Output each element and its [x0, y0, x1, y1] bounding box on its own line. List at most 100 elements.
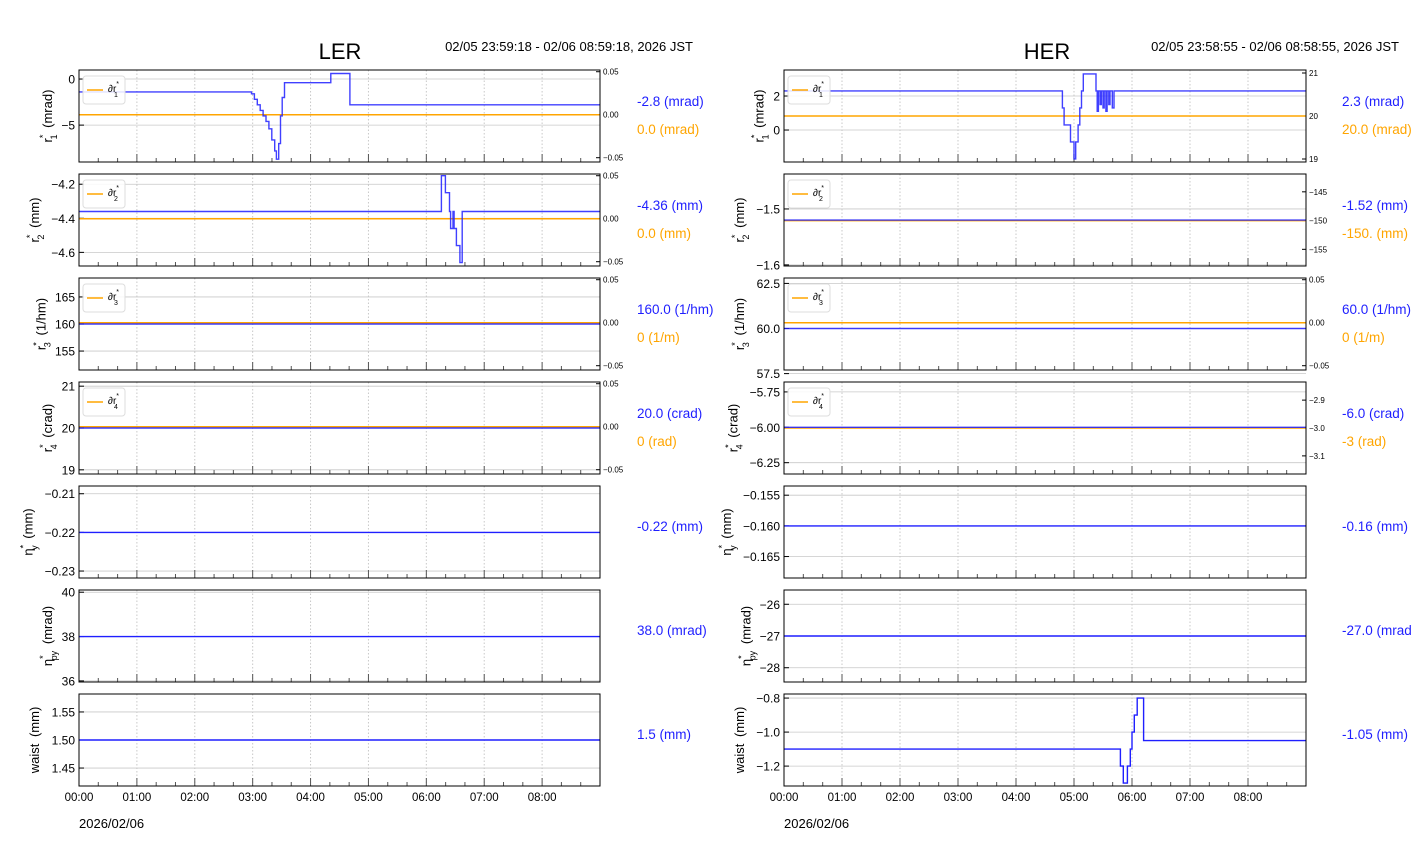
label-sub: 1: [819, 92, 823, 99]
y-tick-label: 60.0: [757, 322, 781, 336]
label-unit: (mrad): [739, 606, 754, 644]
y-tick-label: −1.2: [756, 760, 780, 774]
label-spacer: [752, 131, 767, 135]
y-tick-label: −6.25: [750, 456, 781, 470]
panel-r1: 0−50.050.00−0.05∂r* 1 r*1 (mrad) -2.8 (mra…: [38, 68, 704, 163]
y-tick-label: 155: [55, 345, 75, 359]
right-y-tick-label: −150: [1309, 217, 1328, 226]
y-axis-label: r*3 (1/hm): [730, 298, 751, 350]
label-sub: py: [49, 650, 59, 660]
setting-readout: -4.36 (mm): [637, 198, 703, 213]
y-tick-label: −5: [61, 119, 75, 133]
y-axis-label: r*1 (mrad): [750, 90, 771, 143]
panel-r4: −5.75−6.00−6.25−2.9−3.0−3.1∂r* 4 r*4 (cra…: [724, 381, 1404, 475]
panel-y: −0.21 −0.22 −0.23 η*y (mm) -0.22 (mm): [19, 485, 703, 579]
setting-readout: -27.0 (mrad): [1342, 623, 1412, 638]
label-sup: *: [821, 185, 824, 192]
panel-r3: 1651601550.050.00−0.05∂r* 3 r*3 (1/hm) 160…: [32, 276, 714, 371]
y-tick-label: −5.75: [750, 385, 781, 399]
date-label: 2026/02/06: [79, 816, 144, 831]
label-unit: (mm): [732, 198, 747, 228]
label-sub: 2: [819, 196, 823, 203]
label-unit: (mm): [719, 508, 734, 538]
y-axis-label: r*2 (mm): [25, 198, 46, 243]
right-y-tick-label: −0.05: [603, 258, 624, 267]
label-sup: *: [116, 289, 119, 296]
offset-readout: 0.0 (mm): [637, 226, 691, 241]
right-y-tick-label: 0.00: [603, 319, 619, 328]
label-unit: (mrad): [752, 90, 767, 128]
label-spacer: [40, 441, 55, 445]
y-axis-label: r*3 (1/hm): [32, 298, 53, 350]
y-axis-label: r*4 (crad): [38, 404, 59, 453]
label-unit: (mrad): [40, 606, 55, 644]
y-tick-label: 62.5: [757, 277, 781, 291]
y-axis-label: η*py (mrad): [38, 606, 59, 666]
label-spacer: [40, 131, 55, 135]
label-sub: 1: [114, 92, 118, 99]
x-tick-label: 06:00: [412, 792, 441, 804]
y-tick-label: 21: [62, 380, 76, 394]
right-y-tick-label: −0.05: [1309, 362, 1330, 371]
label-spacer: [732, 231, 747, 235]
right-y-tick-label: −2.9: [1309, 396, 1325, 405]
x-tick-label: 03:00: [238, 792, 267, 804]
setting-readout: -2.8 (mrad): [637, 94, 704, 109]
setting-readout: 38.0 (mrad): [637, 623, 707, 638]
label-sup: *: [821, 289, 824, 296]
chart-title: LER: [319, 39, 362, 64]
plot-frame: [783, 485, 1307, 579]
y-tick-label: 2: [773, 90, 780, 104]
legend: ∂r* 4: [787, 387, 831, 417]
label-spacer: [739, 647, 754, 651]
y-axis-label: waist (mm): [732, 707, 747, 775]
label-spacer: [732, 338, 747, 342]
setting-readout: 20.0 (crad): [637, 406, 702, 421]
label-sup: *: [38, 655, 48, 659]
right-y-tick-label: 20: [1309, 112, 1318, 121]
label-sub: py: [748, 650, 758, 660]
panel-r4: 2120190.050.00−0.05∂r* 4 r*4 (crad) 20.0 (…: [38, 380, 702, 478]
x-tick-label: 05:00: [1060, 792, 1089, 804]
label-spacer: [27, 231, 42, 235]
y-axis-label: waist (mm): [27, 707, 42, 775]
label-spacer: [34, 338, 49, 342]
x-tick-label: 00:00: [65, 792, 94, 804]
x-tick-label: 07:00: [1176, 792, 1205, 804]
y-tick-label: −4.6: [51, 246, 75, 260]
label-sup: *: [737, 655, 747, 659]
y-tick-label: 0: [68, 73, 75, 87]
label-sup: *: [821, 81, 824, 88]
label-unit: (crad): [726, 404, 741, 438]
label-sup: *: [116, 185, 119, 192]
y-tick-label: −1.6: [756, 258, 780, 272]
x-tick-label: 03:00: [944, 792, 973, 804]
label-unit: (mm): [732, 707, 747, 741]
legend: ∂r* 2: [787, 179, 831, 209]
y-tick-label: 38: [62, 630, 76, 644]
panel-waist: −0.8 −1.0 −1.2 00:00 01:00 02:00 03:00 04:00 05:…: [732, 692, 1408, 804]
ler-chart: LER 02/05 23:59:18 - 02/06 08:59:18, 2026…: [19, 39, 714, 831]
right-y-tick-label: −0.05: [603, 154, 624, 163]
y-tick-label: −27: [760, 630, 781, 644]
plot-frame: [783, 277, 1307, 371]
y-tick-label: 165: [55, 290, 75, 304]
y-tick-label: 20: [62, 422, 76, 436]
setting-readout: -0.16 (mm): [1342, 519, 1408, 534]
panel-r1: 20212019∂r* 1 r*1 (mrad) 2.3 (mrad)20.0 (m…: [750, 69, 1412, 164]
y-tick-label: 40: [62, 586, 76, 600]
y-axis-label: η*py (mrad): [737, 606, 758, 666]
time-range-label: 02/05 23:59:18 - 02/06 08:59:18, 2026 JS…: [445, 39, 693, 54]
y-tick-label: −0.22: [45, 526, 76, 540]
setting-readout: -6.0 (crad): [1342, 406, 1404, 421]
label-unit: (crad): [40, 404, 55, 438]
y-tick-label: −6.00: [750, 421, 781, 435]
x-tick-label: 04:00: [1002, 792, 1031, 804]
offset-readout: 0 (rad): [637, 434, 677, 449]
date-label: 2026/02/06: [784, 816, 849, 831]
label-spacer: [726, 441, 741, 445]
y-tick-label: −28: [760, 661, 781, 675]
label-sup: *: [116, 81, 119, 88]
x-tick-label: 08:00: [1234, 792, 1263, 804]
y-axis-label: η*y (mm): [19, 508, 40, 555]
